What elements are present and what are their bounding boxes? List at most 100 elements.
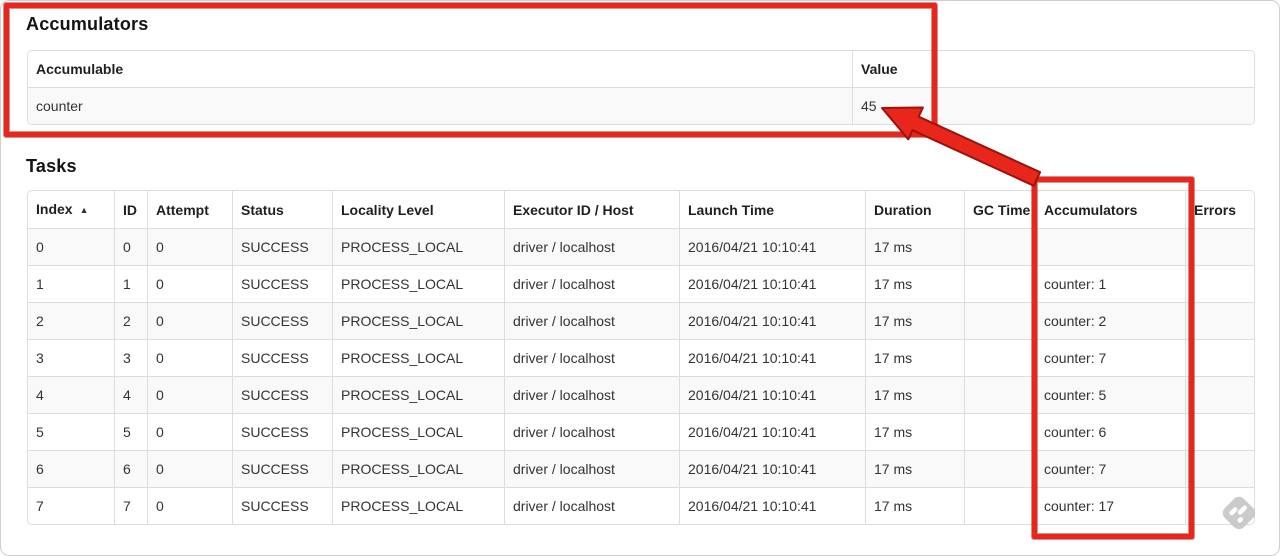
cell-accumulators: counter: 17 bbox=[1035, 487, 1185, 524]
cell-status: SUCCESS bbox=[232, 339, 332, 376]
cell-executor-id-host: driver / localhost bbox=[504, 339, 679, 376]
cell-index: 5 bbox=[28, 413, 114, 450]
cell-gc-time bbox=[964, 265, 1035, 302]
cell-duration: 17 ms bbox=[865, 228, 964, 265]
table-row: 3 3 0 SUCCESS PROCESS_LOCAL driver / localhos… bbox=[28, 339, 1254, 376]
col-header-index[interactable]: Index ▲ bbox=[28, 191, 114, 228]
cell-status: SUCCESS bbox=[232, 302, 332, 339]
cell-launch-time: 2016/04/21 10:10:41 bbox=[679, 228, 865, 265]
table-row: 0 0 0 SUCCESS PROCESS_LOCAL driver / localhos… bbox=[28, 228, 1254, 265]
cell-errors bbox=[1185, 339, 1254, 376]
spark-ui-page: Accumulators Accumulable Value counter 45 … bbox=[0, 0, 1280, 556]
cell-index: 0 bbox=[28, 228, 114, 265]
col-header-launch-time[interactable]: Launch Time bbox=[679, 191, 865, 228]
table-header-row: Accumulable Value bbox=[28, 51, 1254, 87]
cell-id: 2 bbox=[114, 302, 147, 339]
cell-launch-time: 2016/04/21 10:10:41 bbox=[679, 302, 865, 339]
cell-executor-id-host: driver / localhost bbox=[504, 302, 679, 339]
cell-index: 3 bbox=[28, 339, 114, 376]
cell-gc-time bbox=[964, 228, 1035, 265]
cell-attempt: 0 bbox=[147, 450, 232, 487]
cell-accumulators bbox=[1035, 228, 1185, 265]
cell-status: SUCCESS bbox=[232, 413, 332, 450]
col-header-gc-time[interactable]: GC Time bbox=[964, 191, 1035, 228]
cell-launch-time: 2016/04/21 10:10:41 bbox=[679, 413, 865, 450]
cell-gc-time bbox=[964, 376, 1035, 413]
cell-executor-id-host: driver / localhost bbox=[504, 376, 679, 413]
col-header-attempt[interactable]: Attempt bbox=[147, 191, 232, 228]
cell-status: SUCCESS bbox=[232, 265, 332, 302]
cell-errors bbox=[1185, 376, 1254, 413]
cell-accumulators: counter: 5 bbox=[1035, 376, 1185, 413]
cell-launch-time: 2016/04/21 10:10:41 bbox=[679, 265, 865, 302]
cell-locality-level: PROCESS_LOCAL bbox=[332, 376, 504, 413]
table-row: 1 1 0 SUCCESS PROCESS_LOCAL driver / localhos… bbox=[28, 265, 1254, 302]
cell-id: 1 bbox=[114, 265, 147, 302]
cell-locality-level: PROCESS_LOCAL bbox=[332, 487, 504, 524]
cell-duration: 17 ms bbox=[865, 413, 964, 450]
cell-duration: 17 ms bbox=[865, 487, 964, 524]
cell-errors bbox=[1185, 413, 1254, 450]
cell-id: 7 bbox=[114, 487, 147, 524]
cell-locality-level: PROCESS_LOCAL bbox=[332, 413, 504, 450]
cell-duration: 17 ms bbox=[865, 302, 964, 339]
cell-duration: 17 ms bbox=[865, 450, 964, 487]
cell-gc-time bbox=[964, 450, 1035, 487]
col-header-duration[interactable]: Duration bbox=[865, 191, 964, 228]
table-row: 5 5 0 SUCCESS PROCESS_LOCAL driver / localhos… bbox=[28, 413, 1254, 450]
table-row: 6 6 0 SUCCESS PROCESS_LOCAL driver / localhos… bbox=[28, 450, 1254, 487]
cell-errors bbox=[1185, 450, 1254, 487]
cell-index: 6 bbox=[28, 450, 114, 487]
col-header-executor-id-host[interactable]: Executor ID / Host bbox=[504, 191, 679, 228]
cell-attempt: 0 bbox=[147, 376, 232, 413]
cell-duration: 17 ms bbox=[865, 376, 964, 413]
cell-status: SUCCESS bbox=[232, 228, 332, 265]
cell-accumulable: counter bbox=[28, 87, 852, 124]
cell-status: SUCCESS bbox=[232, 450, 332, 487]
cell-duration: 17 ms bbox=[865, 265, 964, 302]
cell-index: 2 bbox=[28, 302, 114, 339]
table-row: counter 45 bbox=[28, 87, 1254, 124]
cell-status: SUCCESS bbox=[232, 376, 332, 413]
cell-executor-id-host: driver / localhost bbox=[504, 487, 679, 524]
cell-attempt: 0 bbox=[147, 413, 232, 450]
cell-id: 6 bbox=[114, 450, 147, 487]
col-header-status[interactable]: Status bbox=[232, 191, 332, 228]
tasks-section-heading: Tasks bbox=[26, 156, 77, 176]
sort-ascending-icon: ▲ bbox=[79, 205, 89, 215]
cell-status: SUCCESS bbox=[232, 487, 332, 524]
cell-index: 7 bbox=[28, 487, 114, 524]
table-row: 4 4 0 SUCCESS PROCESS_LOCAL driver / localhos… bbox=[28, 376, 1254, 413]
accumulators-table: Accumulable Value counter 45 bbox=[27, 50, 1255, 125]
cell-gc-time bbox=[964, 339, 1035, 376]
cell-attempt: 0 bbox=[147, 302, 232, 339]
cell-gc-time bbox=[964, 487, 1035, 524]
cell-accumulators: counter: 2 bbox=[1035, 302, 1185, 339]
cell-accumulators: counter: 6 bbox=[1035, 413, 1185, 450]
cell-errors bbox=[1185, 228, 1254, 265]
cell-accumulators: counter: 1 bbox=[1035, 265, 1185, 302]
table-row: 7 7 0 SUCCESS PROCESS_LOCAL driver / localhos… bbox=[28, 487, 1254, 524]
cell-id: 3 bbox=[114, 339, 147, 376]
cell-executor-id-host: driver / localhost bbox=[504, 413, 679, 450]
cell-executor-id-host: driver / localhost bbox=[504, 265, 679, 302]
cell-attempt: 0 bbox=[147, 339, 232, 376]
cell-id: 5 bbox=[114, 413, 147, 450]
col-header-locality-level[interactable]: Locality Level bbox=[332, 191, 504, 228]
cell-gc-time bbox=[964, 413, 1035, 450]
cell-errors bbox=[1185, 302, 1254, 339]
cell-executor-id-host: driver / localhost bbox=[504, 228, 679, 265]
col-header-errors[interactable]: Errors bbox=[1185, 191, 1254, 228]
col-header-id[interactable]: ID bbox=[114, 191, 147, 228]
cell-attempt: 0 bbox=[147, 265, 232, 302]
cell-attempt: 0 bbox=[147, 487, 232, 524]
cell-id: 0 bbox=[114, 228, 147, 265]
cell-launch-time: 2016/04/21 10:10:41 bbox=[679, 339, 865, 376]
tasks-table: Index ▲ ID Attempt Status Locality Level Execu… bbox=[27, 190, 1255, 525]
cell-launch-time: 2016/04/21 10:10:41 bbox=[679, 450, 865, 487]
cell-accumulators: counter: 7 bbox=[1035, 450, 1185, 487]
page-content: Accumulators Accumulable Value counter 45 … bbox=[26, 1, 1255, 525]
cell-locality-level: PROCESS_LOCAL bbox=[332, 450, 504, 487]
cell-accumulators: counter: 7 bbox=[1035, 339, 1185, 376]
col-header-accumulators[interactable]: Accumulators bbox=[1035, 191, 1185, 228]
